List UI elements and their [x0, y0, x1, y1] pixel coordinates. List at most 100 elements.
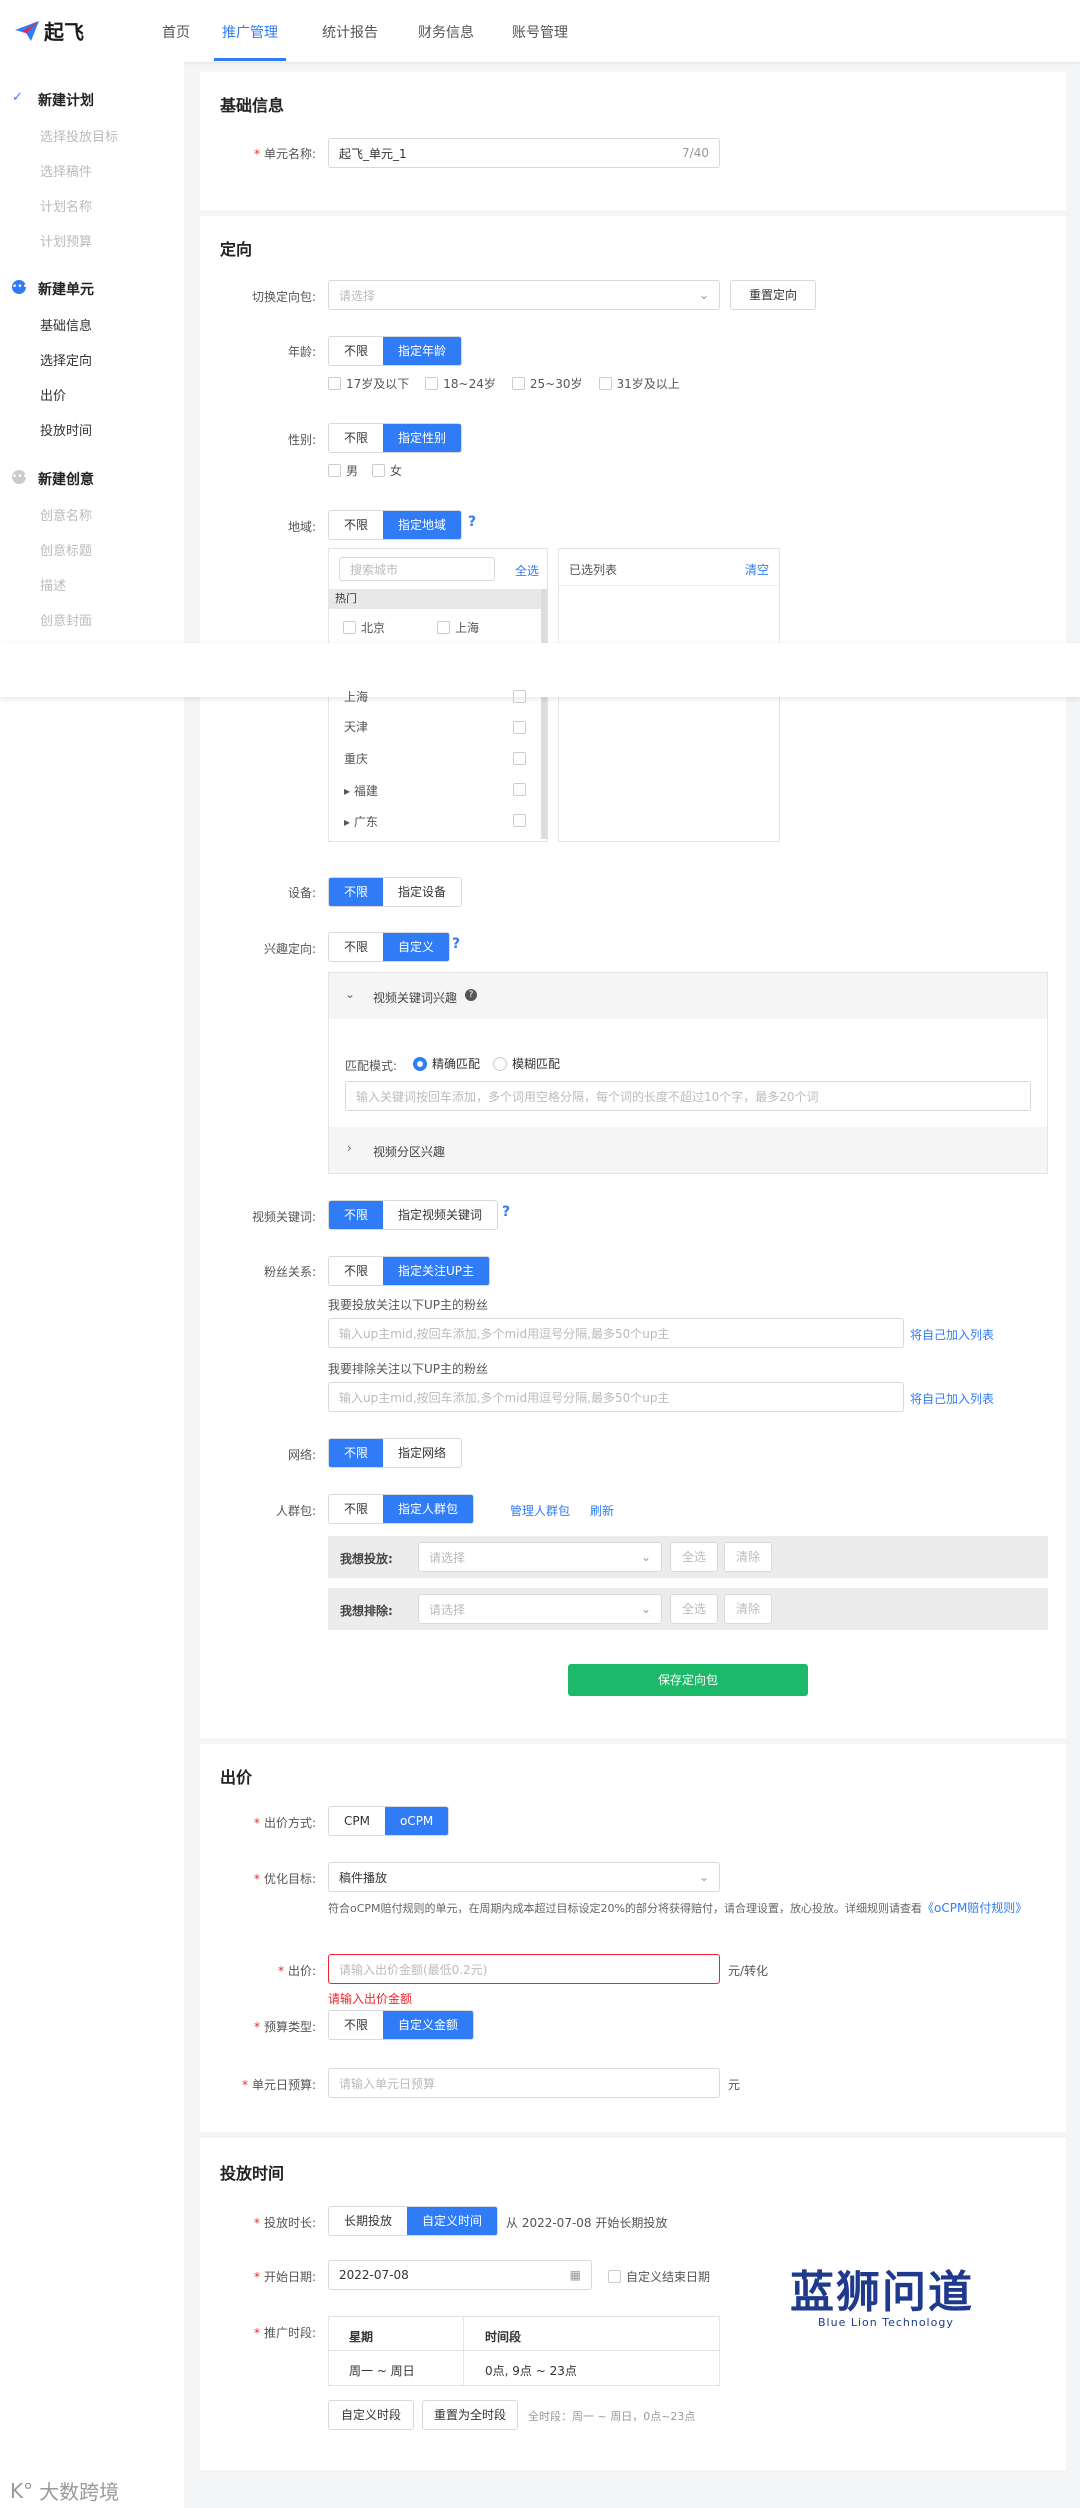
nav-promotion[interactable]: 推广管理 — [222, 22, 278, 42]
network-any[interactable]: 不限 — [329, 1439, 384, 1467]
sidebar-item-schedule[interactable]: 投放时间 — [40, 420, 92, 439]
clear-link[interactable]: 清空 — [745, 561, 769, 578]
nav-account[interactable]: 账号管理 — [512, 22, 568, 42]
interest-any[interactable]: 不限 — [329, 933, 384, 961]
budget-any[interactable]: 不限 — [329, 2011, 384, 2039]
sidebar-item-targeting[interactable]: 选择定向 — [40, 350, 92, 369]
city-check-shanghai[interactable] — [513, 690, 526, 703]
logo[interactable]: 起飞 — [14, 16, 84, 45]
crowd-toggle[interactable]: 不限 指定人群包 — [328, 1494, 475, 1524]
nav-home[interactable]: 首页 — [162, 22, 190, 42]
help-icon[interactable]: ? — [468, 514, 476, 530]
crowd-include-clear-button[interactable]: 清除 — [724, 1542, 772, 1572]
add-self-include-link[interactable]: 将自己加入列表 — [910, 1326, 994, 1343]
match-exact-radio[interactable]: 精确匹配 — [413, 1055, 480, 1072]
region-toggle[interactable]: 不限 指定地域 — [328, 510, 463, 540]
fans-toggle[interactable]: 不限 指定关注UP主 — [328, 1256, 491, 1286]
sidebar-plan-title[interactable]: 新建计划 — [38, 90, 94, 110]
age-specific[interactable]: 指定年龄 — [383, 337, 462, 365]
city-row-guangdong[interactable]: ▸ 广东 — [344, 813, 378, 830]
crowd-exclude-all-button[interactable]: 全选 — [670, 1594, 718, 1624]
gender-female[interactable]: 女 — [372, 462, 402, 479]
age-check-4[interactable]: 31岁及以上 — [598, 375, 680, 392]
region-specific[interactable]: 指定地域 — [383, 511, 462, 539]
bid-ocpm[interactable]: oCPM — [384, 1807, 449, 1835]
city-row-chongqing[interactable]: 重庆 — [344, 750, 368, 767]
bid-cpm[interactable]: CPM — [329, 1807, 385, 1835]
city-check-fujian[interactable] — [513, 783, 526, 796]
crowd-specific[interactable]: 指定人群包 — [383, 1495, 474, 1523]
ocpm-rule-link[interactable]: 《oCPM赔付规则》 — [922, 1901, 1027, 1915]
sidebar-item-cover[interactable]: 创意封面 — [40, 610, 92, 629]
custom-period-button[interactable]: 自定义时段 — [328, 2400, 414, 2430]
add-self-exclude-link[interactable]: 将自己加入列表 — [910, 1390, 994, 1407]
budget-type-toggle[interactable]: 不限 自定义金额 — [328, 2010, 475, 2040]
zone-interest-header[interactable]: › 视频分区兴趣 — [329, 1127, 1047, 1173]
age-check-1[interactable]: 17岁及以下 — [328, 375, 409, 392]
scrollbar[interactable] — [541, 589, 547, 839]
sidebar-item-creative-title[interactable]: 创意标题 — [40, 540, 92, 559]
city-shanghai[interactable]: 上海 — [437, 619, 479, 636]
reset-targeting-button[interactable]: 重置定向 — [730, 280, 816, 310]
crowd-include-all-button[interactable]: 全选 — [670, 1542, 718, 1572]
city-check-chongqing[interactable] — [513, 752, 526, 765]
sidebar-item-bid[interactable]: 出价 — [40, 385, 66, 404]
fans-any[interactable]: 不限 — [329, 1257, 384, 1285]
device-toggle[interactable]: 不限 指定设备 — [328, 877, 463, 907]
price-input[interactable]: 请输入出价金额(最低0.2元) — [328, 1954, 720, 1984]
age-check-2[interactable]: 18~24岁 — [425, 375, 496, 392]
nav-finance[interactable]: 财务信息 — [418, 22, 474, 42]
duration-toggle[interactable]: 长期投放 自定义时间 — [328, 2206, 499, 2236]
custom-end-date-checkbox[interactable]: 自定义结束日期 — [608, 2268, 710, 2285]
city-check-tianjin[interactable] — [513, 721, 526, 734]
interest-help-icon[interactable]: ? — [452, 936, 460, 952]
crowd-exclude-select[interactable]: 请选择 ⌄ — [418, 1594, 662, 1624]
goal-select[interactable]: 稿件播放 ⌄ — [328, 1862, 720, 1892]
city-check-guangdong[interactable] — [513, 814, 526, 827]
fans-include-input[interactable]: 输入up主mid,按回车添加,多个mid用逗号分隔,最多50个up主 — [328, 1318, 904, 1348]
gender-any[interactable]: 不限 — [329, 424, 384, 452]
unit-name-input[interactable]: 起飞_单元_1 7/40 — [328, 138, 720, 168]
sidebar-item-creative-name[interactable]: 创意名称 — [40, 505, 92, 524]
refresh-link[interactable]: 刷新 — [590, 1502, 614, 1519]
region-any[interactable]: 不限 — [329, 511, 384, 539]
sidebar-item-goal[interactable]: 选择投放目标 — [40, 126, 118, 145]
sidebar-item-desc[interactable]: 描述 — [40, 575, 66, 594]
duration-long[interactable]: 长期投放 — [329, 2207, 408, 2235]
city-row-shanghai[interactable]: 上海 — [344, 688, 368, 705]
video-kw-toggle[interactable]: 不限 指定视频关键词 — [328, 1200, 499, 1230]
video-kw-any[interactable]: 不限 — [329, 1201, 384, 1229]
fans-specific[interactable]: 指定关注UP主 — [383, 1257, 490, 1285]
start-date-input[interactable]: 2022-07-08 ▦ — [328, 2260, 592, 2290]
save-pack-button[interactable]: 保存定向包 — [568, 1664, 808, 1696]
device-any[interactable]: 不限 — [329, 878, 384, 906]
age-check-3[interactable]: 25~30岁 — [511, 375, 583, 392]
kw-interest-header[interactable]: ⌄ 视频关键词兴趣 ? — [329, 973, 1047, 1019]
gender-toggle[interactable]: 不限 指定性别 — [328, 423, 463, 453]
budget-custom[interactable]: 自定义金额 — [383, 2011, 474, 2039]
duration-custom[interactable]: 自定义时间 — [407, 2207, 498, 2235]
keyword-input[interactable]: 输入关键词按回车添加，多个词用空格分隔，每个词的长度不超过10个字，最多20个词 — [345, 1081, 1031, 1111]
crowd-include-select[interactable]: 请选择 ⌄ — [418, 1542, 662, 1572]
interest-custom[interactable]: 自定义 — [383, 933, 450, 961]
video-kw-specific[interactable]: 指定视频关键词 — [383, 1201, 498, 1229]
fans-exclude-input[interactable]: 输入up主mid,按回车添加,多个mid用逗号分隔,最多50个up主 — [328, 1382, 904, 1412]
crowd-any[interactable]: 不限 — [329, 1495, 384, 1523]
reset-period-button[interactable]: 重置为全时段 — [422, 2400, 518, 2430]
gender-male[interactable]: 男 — [328, 462, 358, 479]
gender-specific[interactable]: 指定性别 — [383, 424, 462, 452]
age-toggle[interactable]: 不限 指定年龄 — [328, 336, 463, 366]
city-beijing[interactable]: 北京 — [343, 619, 385, 636]
switch-pack-select[interactable]: 请选择 ⌄ — [328, 280, 720, 310]
daily-budget-input[interactable]: 请输入单元日预算 — [328, 2068, 720, 2098]
select-all-link[interactable]: 全选 — [515, 562, 539, 579]
nav-reports[interactable]: 统计报告 — [322, 22, 378, 42]
device-specific[interactable]: 指定设备 — [383, 878, 462, 906]
crowd-exclude-clear-button[interactable]: 清除 — [724, 1594, 772, 1624]
city-search-input[interactable]: 搜索城市 — [339, 557, 495, 581]
interest-toggle[interactable]: 不限 自定义 — [328, 932, 451, 962]
network-toggle[interactable]: 不限 指定网络 — [328, 1438, 463, 1468]
network-specific[interactable]: 指定网络 — [383, 1439, 462, 1467]
bid-mode-toggle[interactable]: CPM oCPM — [328, 1806, 450, 1836]
city-row-tianjin[interactable]: 天津 — [344, 718, 368, 735]
